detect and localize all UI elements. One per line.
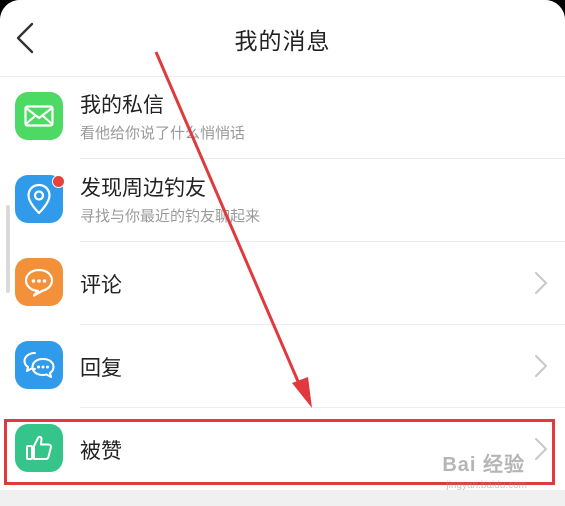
item-title: 评论 <box>80 273 122 297</box>
item-title: 被赞 <box>80 439 122 463</box>
watermark-logo: Bai 经验 <box>442 454 525 476</box>
envelope-icon <box>15 92 63 140</box>
list-item-nearby-anglers[interactable]: 发现周边钓友 寻找与你最近的钓友聊起来 <box>0 159 565 242</box>
chevron-right-icon <box>535 438 547 460</box>
message-list: 我的私信 看他给你说了什么悄悄话 发现周边钓友 寻找与你最近的钓友聊起来 评论 … <box>0 76 565 491</box>
item-subtitle: 看他给你说了什么悄悄话 <box>80 124 246 142</box>
watermark-url: jingyan.baidu.com <box>446 480 527 491</box>
header: 我的消息 <box>0 0 565 77</box>
list-item-replies[interactable]: 回复 <box>0 325 565 408</box>
chevron-right-icon <box>535 355 547 377</box>
notification-badge <box>52 175 65 188</box>
speech-bubble-icon <box>15 258 63 306</box>
item-subtitle: 寻找与你最近的钓友聊起来 <box>80 207 261 225</box>
thumbs-up-icon <box>15 424 63 472</box>
list-item-comments[interactable]: 评论 <box>0 242 565 325</box>
scroll-indicator[interactable] <box>6 205 10 293</box>
list-item-private-messages[interactable]: 我的私信 看他给你说了什么悄悄话 <box>0 76 565 159</box>
bottom-bar <box>0 490 565 506</box>
chat-bubbles-icon <box>15 341 63 389</box>
chevron-right-icon <box>535 272 547 294</box>
page-title: 我的消息 <box>234 29 331 55</box>
item-title: 回复 <box>80 356 122 380</box>
screen: 我的消息 我的私信 看他给你说了什么悄悄话 发现周边钓友 寻找与你最近的钓友聊起… <box>0 0 565 506</box>
item-title: 我的私信 <box>80 93 164 117</box>
item-title: 发现周边钓友 <box>80 176 206 200</box>
